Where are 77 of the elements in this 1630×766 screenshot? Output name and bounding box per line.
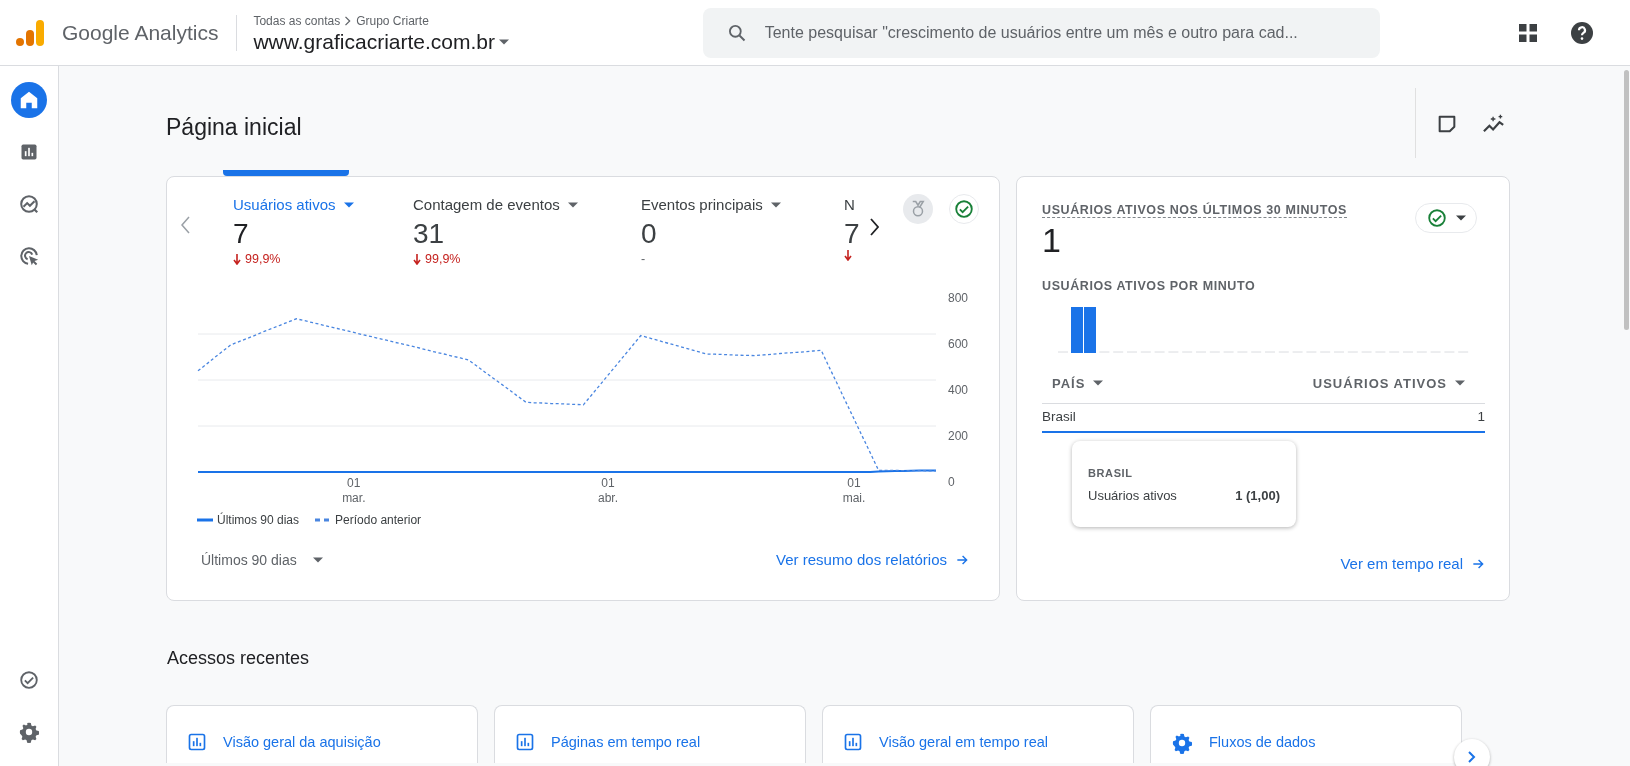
report-summary-link[interactable]: Ver resumo dos relatórios [776,549,969,572]
caret-icon [1456,215,1466,221]
status-dropdown[interactable] [1415,203,1477,233]
product-name: Google Analytics [62,19,219,46]
column-header[interactable]: PAÍS [1052,373,1104,394]
trend-circle-icon [18,193,40,215]
dashed-line-icon [315,518,332,522]
gear-icon [1171,732,1193,754]
breadcrumb-link[interactable]: Todas as contas [253,11,341,30]
tooltip-label: Usuários ativos [1088,486,1177,505]
caret-icon [567,202,578,209]
realtime-link[interactable]: Ver em tempo real [1340,553,1485,576]
legend-label: Últimos 90 dias [217,511,300,529]
chevron-left-icon [181,216,191,234]
property-selector[interactable]: www.graficacriarte.com.br [253,29,569,54]
recent-card[interactable]: Visão geral em tempo real [822,705,1134,763]
table-row[interactable]: Brasil 1 [1042,403,1485,434]
caret-icon [1093,380,1104,387]
chart-subtitle: USUÁRIOS ATIVOS POR MINUTO [1042,277,1257,295]
caret-icon [499,38,509,45]
chevron-right-icon [869,217,879,236]
search-icon [726,22,747,43]
recent-card[interactable]: Páginas em tempo real [494,705,806,763]
card-title: USUÁRIOS ATIVOS NOS ÚLTIMOS 30 MINUTOS [1042,203,1347,218]
caret-icon [312,557,323,564]
tick-label: 600 [948,337,969,351]
bar-chart-icon [187,732,207,752]
bar-chart-icon [843,732,863,752]
search-field[interactable]: Tente pesquisar "crescimento de usuários entre um mês e outro para cad... [702,7,1380,58]
tooltip-title: BRASIL [1088,466,1134,482]
caret-icon [343,202,354,209]
change-value: 99,9% [425,251,461,269]
tick-label: 01 mar. [342,476,366,505]
tick-label: 400 [948,383,969,397]
apps-grid-icon [1518,23,1538,44]
scrollbar[interactable] [1624,70,1629,330]
page-title: Página inicial [166,114,302,142]
change-value: - [641,251,646,269]
active-users-count: 1 [1042,220,1062,261]
change-value: 99,9% [245,251,281,269]
tooltip-value: 1 (1,00) [1235,486,1280,505]
table-cell-text: Brasil [1042,408,1076,427]
chevron-right-icon [1468,751,1476,763]
tick-label: 01 mai. [842,476,866,505]
check-circle-icon [953,198,975,220]
recent-card[interactable]: Fluxos de dados [1150,705,1462,763]
sparkle-trend-icon [1482,112,1506,135]
chevron-right-icon [344,15,353,26]
tick-label: 0 [948,475,955,489]
metric-tab[interactable]: Contagem de eventos 31 99,9% [413,194,641,269]
medal-button[interactable] [903,194,933,224]
date-range-dropdown[interactable]: Últimos 90 dias [201,549,323,571]
breadcrumb-link[interactable]: Grupo Criarte [356,11,429,30]
tick-label: 01 abr. [598,476,618,505]
bar-chart-icon [515,732,535,752]
tick-label: 200 [948,429,969,443]
metric-tab[interactable]: N 7 [844,194,861,262]
help-icon [1570,20,1594,45]
target-cursor-icon [18,245,40,267]
legend-label: Período anterior [335,512,422,529]
column-header[interactable]: USUÁRIOS ATIVOS [1312,373,1465,394]
section-title: Acessos recentes [167,647,311,670]
check-circle-icon [18,669,40,691]
bar-chart-icon [19,142,39,162]
nav-item[interactable] [11,82,47,118]
recent-card[interactable]: Visão geral da aquisição [166,705,478,763]
home-icon [18,89,40,111]
caret-icon [1455,380,1465,387]
check-circle-icon [1426,207,1448,229]
metric-tab[interactable]: Eventos principais 0 - [641,194,844,269]
gear-icon [18,721,40,743]
caret-icon [770,202,781,209]
analytics-logo-icon [16,17,46,48]
solid-line-icon [197,518,213,522]
metric-tab[interactable]: Usuários ativos 7 99,9% [233,194,413,269]
table-cell-text: 1 [1477,408,1485,427]
tick-label: 800 [948,291,969,305]
